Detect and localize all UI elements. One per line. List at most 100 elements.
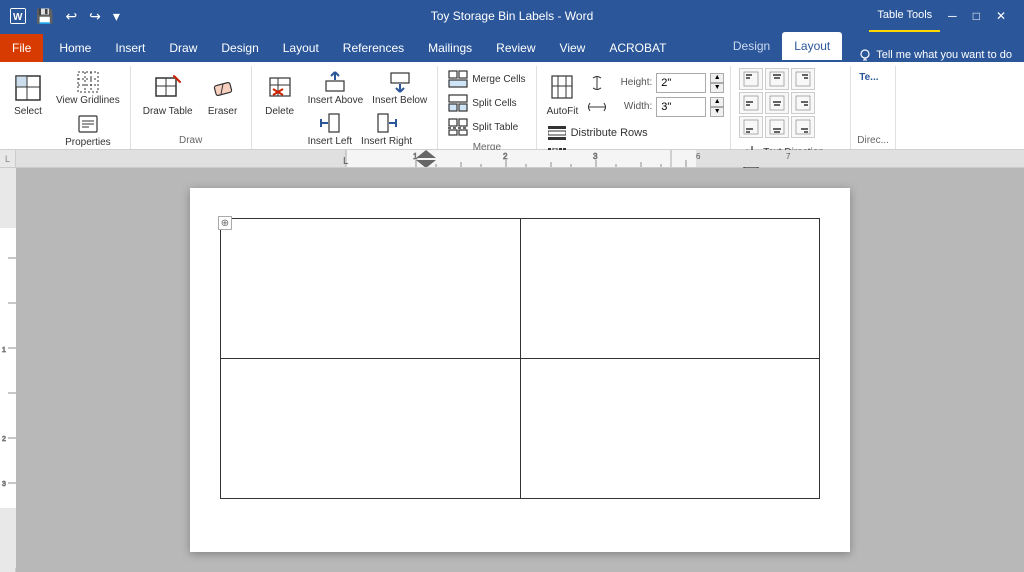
properties-button[interactable]: Properties [61,110,115,150]
svg-text:W: W [13,12,23,23]
height-icon [588,76,606,90]
tab-review[interactable]: Review [484,34,547,62]
maximize-btn[interactable]: □ [965,0,988,32]
width-up[interactable]: ▲ [710,97,724,107]
ruler-area: L 1 2 3 [0,150,1024,168]
tell-me-area[interactable]: Tell me what you want to do [846,48,1024,62]
tab-mailings[interactable]: Mailings [416,34,484,62]
insert-right-label: Insert Right [361,136,412,147]
tab-references[interactable]: References [331,34,416,62]
svg-text:3: 3 [593,152,598,161]
align-bottom-left[interactable] [739,116,763,138]
eraser-button[interactable]: Eraser [201,68,245,121]
title-bar: W 💾 ↩ ↪ ▾ Toy Storage Bin Labels - Word … [0,0,1024,32]
tab-table-layout[interactable]: Layout [782,32,842,60]
table-move-handle[interactable]: ⊕ [218,216,232,230]
tab-design[interactable]: Design [209,34,270,62]
table-cell-1-1[interactable] [221,219,521,359]
align-bottom-right[interactable] [791,116,815,138]
distribute-rows-icon [547,125,567,141]
tab-acrobat[interactable]: ACROBAT [597,34,678,62]
height-up[interactable]: ▲ [710,73,724,83]
cell-size-group: AutoFit Height: 2" ▲ ▼ Width: [537,66,732,149]
alignment-group: A Text Direction Cell Margins Alignment [731,66,851,149]
direction-label: Direc... [857,133,889,149]
align-middle-left[interactable] [739,92,763,114]
table-group: Select View Gridlines Properties Table [0,66,131,149]
save-btn[interactable]: 💾 [32,6,57,27]
autofit-button[interactable]: AutoFit [543,70,583,119]
align-middle-right[interactable] [791,92,815,114]
tab-file[interactable]: File [0,34,43,62]
close-btn[interactable]: ✕ [988,0,1014,32]
width-row: Width: 3" ▲ ▼ [588,97,724,117]
ruler-corner[interactable]: L [0,150,16,167]
insert-left-label: Insert Left [308,136,352,147]
customize-btn[interactable]: ▾ [109,6,124,27]
select-button[interactable]: Select [6,68,50,121]
align-top-center[interactable] [765,68,789,90]
vertical-ruler-svg: 1 2 3 [0,168,16,568]
svg-text:1: 1 [2,347,6,354]
view-gridlines-button[interactable]: View Gridlines [52,68,124,108]
tab-home[interactable]: Home [47,34,103,62]
svg-text:3: 3 [2,481,6,488]
title-bar-left: W 💾 ↩ ↪ ▾ [10,6,124,27]
merge-group: Merge Cells Split Cells Split Table Merg… [438,66,536,149]
align-top-left[interactable] [739,68,763,90]
autofit-label: AutoFit [547,106,579,117]
draw-table-button[interactable]: Draw Table [137,68,199,121]
table-cell-1-2[interactable] [520,219,820,359]
align-bottom-center[interactable] [765,116,789,138]
merge-cells-label: Merge Cells [472,74,525,85]
align-row-2 [739,92,815,114]
table-cell-2-1[interactable] [221,359,521,499]
width-input[interactable]: 3" [656,97,706,117]
distribute-rows-button[interactable]: Distribute Rows [543,123,668,143]
svg-text:6: 6 [696,152,701,161]
horizontal-ruler: 1 2 3 L 6 7 [16,150,1024,167]
align-row-1 [739,68,815,90]
split-cells-button[interactable]: Split Cells [444,92,529,114]
insert-left-button[interactable]: Insert Left [304,109,356,149]
tab-view[interactable]: View [548,34,598,62]
properties-icon [76,112,100,136]
properties-label: Properties [65,137,111,148]
document-area: ⊕ [16,168,1024,572]
table-cell-2-2[interactable] [520,359,820,499]
ruler-corner-label: L [5,154,10,164]
rows-cols-group: Delete Insert Above Insert Belo [252,66,439,149]
svg-text:L: L [343,156,349,167]
tab-insert[interactable]: Insert [103,34,157,62]
width-down[interactable]: ▼ [710,107,724,117]
align-top-right[interactable] [791,68,815,90]
undo-btn[interactable]: ↩ [61,6,81,27]
document-table [220,218,820,499]
split-table-icon [448,118,468,136]
width-spinner[interactable]: ▲ ▼ [710,97,724,117]
tab-table-design[interactable]: Design [721,32,782,60]
merge-group-content: Merge Cells Split Cells Split Table [444,66,529,140]
insert-right-button[interactable]: Insert Right [357,109,416,149]
tab-layout[interactable]: Layout [271,34,331,62]
lightbulb-icon [858,48,872,62]
tab-draw[interactable]: Draw [157,34,209,62]
ribbon: Select View Gridlines Properties Table [0,62,1024,150]
height-input[interactable]: 2" [656,73,706,93]
table-row [221,359,820,499]
align-middle-center[interactable] [765,92,789,114]
eraser-icon [207,72,239,104]
minimize-btn[interactable]: ─ [940,0,965,32]
insert-below-button[interactable]: Insert Below [368,68,431,108]
merge-cells-button[interactable]: Merge Cells [444,68,529,90]
view-gridlines-label: View Gridlines [56,95,120,106]
height-down[interactable]: ▼ [710,83,724,93]
insert-above-button[interactable]: Insert Above [304,68,368,108]
redo-btn[interactable]: ↪ [85,6,105,27]
word-icon: W [10,8,26,24]
height-spinner[interactable]: ▲ ▼ [710,73,724,93]
autofit-icon [550,72,574,104]
split-table-button[interactable]: Split Table [444,116,529,138]
draw-group: Draw Table Eraser Draw [131,66,252,149]
delete-button[interactable]: Delete [258,68,302,121]
